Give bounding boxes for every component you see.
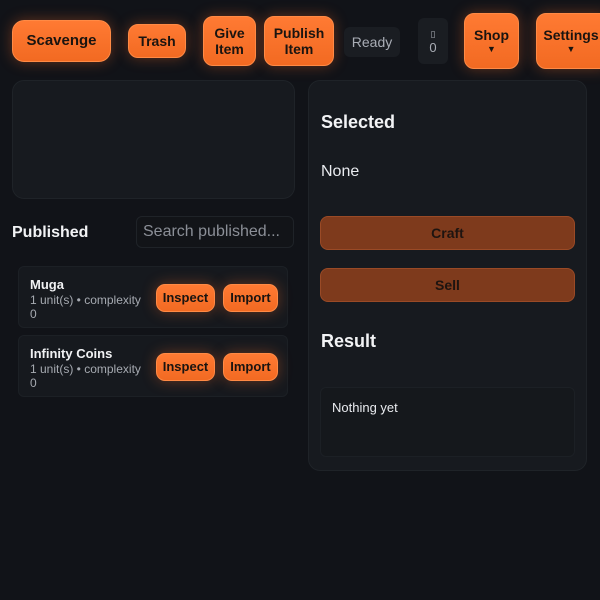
publish-item-button[interactable]: Publish Item <box>264 16 334 66</box>
give-item-button[interactable]: Give Item <box>203 16 256 66</box>
item-preview-panel <box>12 80 295 199</box>
give-item-label-line2: Item <box>215 41 244 57</box>
import-label: Import <box>230 359 271 374</box>
inspect-label: Inspect <box>162 290 209 305</box>
inspect-button[interactable]: Inspect <box>156 284 215 312</box>
craft-button[interactable]: Craft <box>320 216 575 250</box>
item-name: Infinity Coins <box>30 346 113 361</box>
craft-label: Craft <box>431 225 464 241</box>
scavenge-label: Scavenge <box>26 32 97 49</box>
import-label: Import <box>230 290 271 305</box>
item-meta: 1 unit(s) • complexity 0 <box>30 293 141 321</box>
import-button[interactable]: Import <box>223 353 278 381</box>
item-meta: 1 unit(s) • complexity 0 <box>30 362 141 390</box>
settings-button[interactable]: Settings ▼ <box>536 13 600 69</box>
shop-button[interactable]: Shop ▼ <box>464 13 519 69</box>
published-heading: Published <box>12 224 89 241</box>
inspect-button[interactable]: Inspect <box>156 353 215 381</box>
selected-value: None <box>321 163 360 180</box>
chevron-down-icon: ▼ <box>487 44 496 54</box>
import-button[interactable]: Import <box>223 284 278 312</box>
shop-label: Shop <box>474 27 509 43</box>
item-name: Muga <box>30 277 64 292</box>
published-list-item: Infinity Coins 1 unit(s) • complexity 0 … <box>18 335 288 397</box>
sell-button[interactable]: Sell <box>320 268 575 302</box>
selected-heading: Selected <box>321 112 396 132</box>
item-counter: ▯ 0 <box>418 18 448 64</box>
counter-value: 0 <box>429 39 437 55</box>
trash-button[interactable]: Trash <box>128 24 186 58</box>
result-heading: Result <box>321 331 377 351</box>
published-list-item: Muga 1 unit(s) • complexity 0 Inspect Im… <box>18 266 288 328</box>
status-indicator: Ready <box>344 27 400 57</box>
status-text: Ready <box>351 34 393 50</box>
give-item-label-line1: Give <box>214 25 245 41</box>
publish-item-label-line2: Item <box>284 41 314 57</box>
search-published-input[interactable] <box>136 216 294 248</box>
chevron-down-icon: ▼ <box>566 44 576 54</box>
settings-label: Settings <box>543 27 599 43</box>
trash-label: Trash <box>138 33 176 49</box>
sell-label: Sell <box>435 277 460 293</box>
result-value: Nothing yet <box>332 400 398 415</box>
scavenge-button[interactable]: Scavenge <box>12 20 111 62</box>
result-box: Nothing yet <box>320 387 575 457</box>
inspect-label: Inspect <box>162 359 209 374</box>
counter-icon: ▯ <box>430 28 436 39</box>
publish-item-label-line1: Publish <box>273 25 325 41</box>
